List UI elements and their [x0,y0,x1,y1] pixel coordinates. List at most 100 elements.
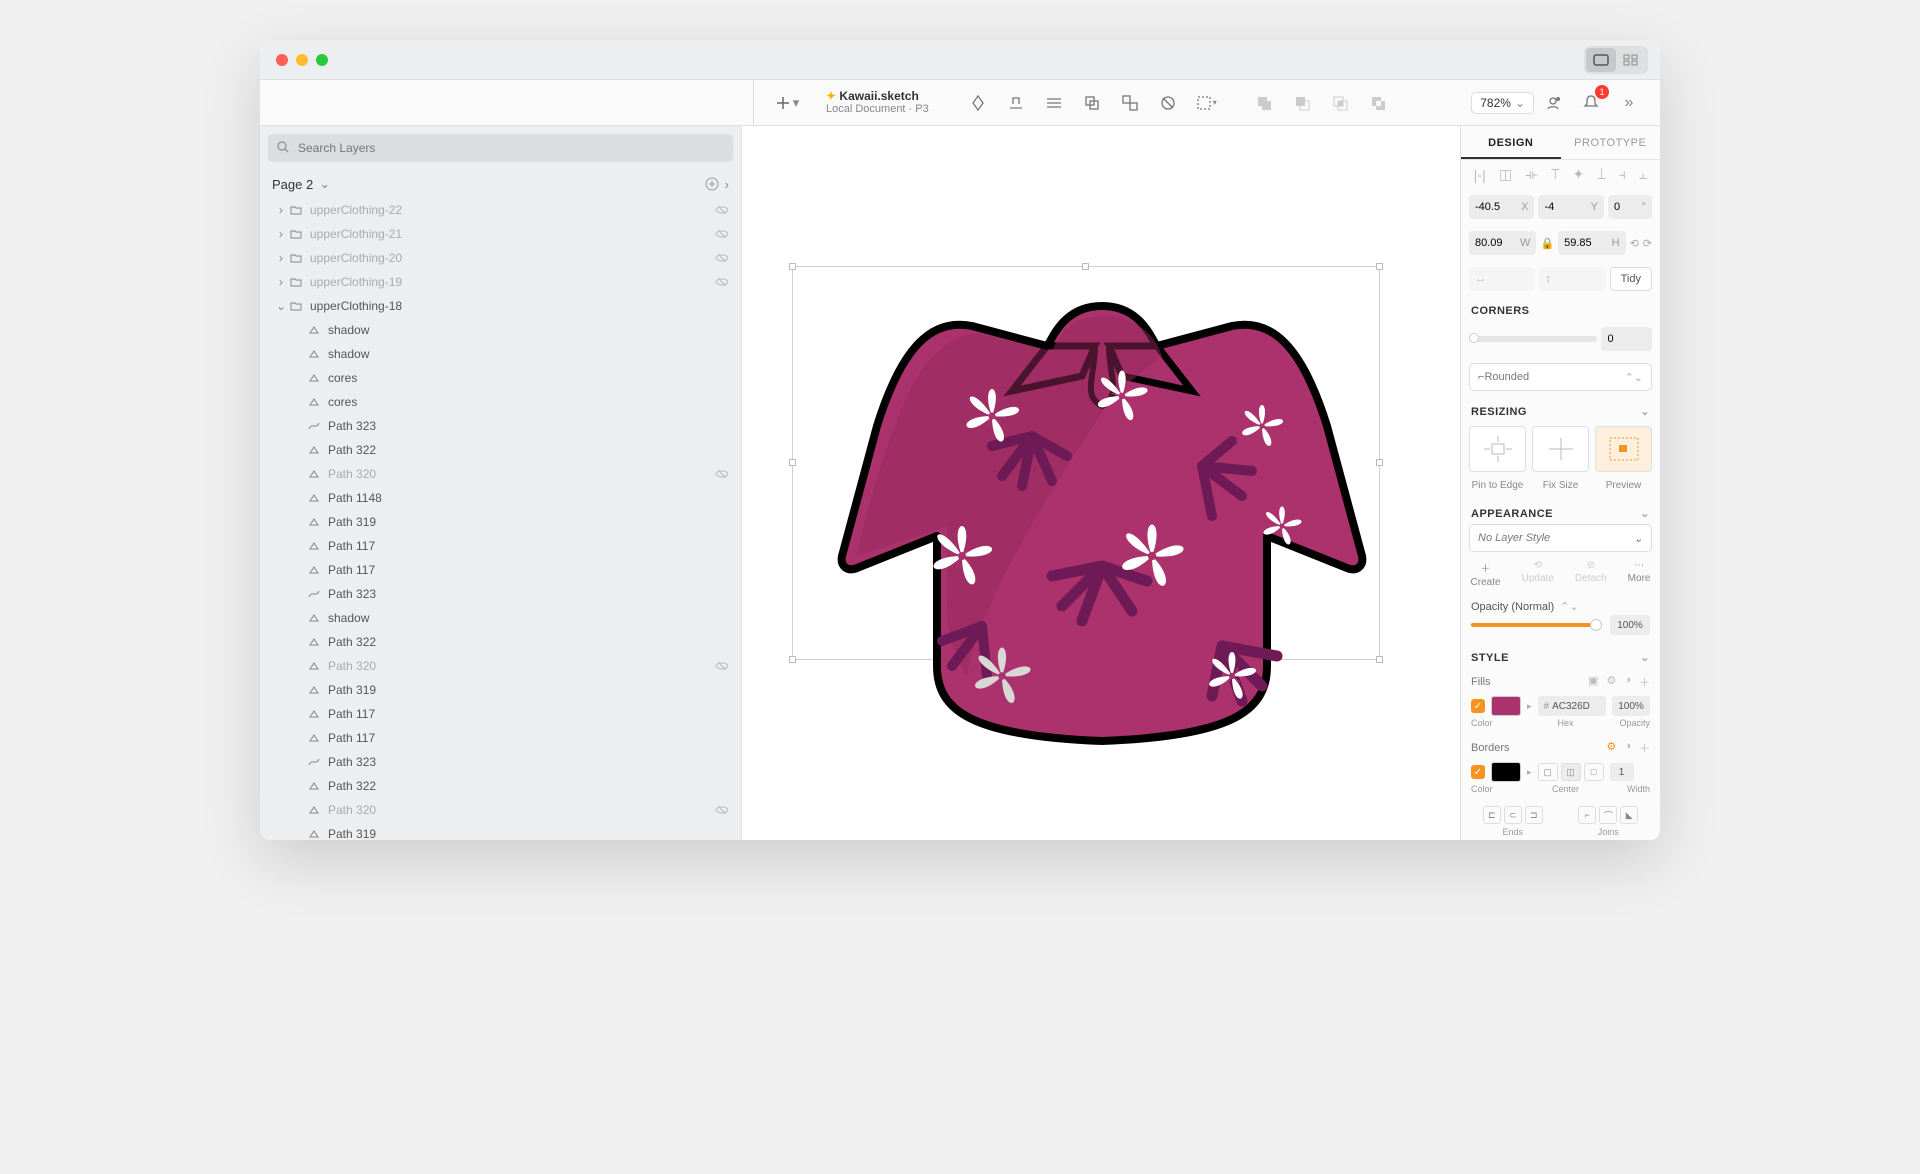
visibility-icon[interactable] [715,229,729,239]
layer-row[interactable]: Path 322 [260,438,741,462]
layer-row[interactable]: cores [260,390,741,414]
align-bottom-icon[interactable]: ⟘ [1597,166,1605,183]
overflow-icon[interactable]: » [1613,87,1645,119]
visibility-icon[interactable] [715,469,729,479]
ungroup-icon[interactable] [1114,87,1146,119]
layer-row[interactable]: Path 117 [260,702,741,726]
y-field[interactable]: Y [1538,195,1603,219]
layer-row[interactable]: Path 319 [260,678,741,702]
layer-row[interactable]: ⌄upperClothing-18 [260,294,741,318]
intersect-icon[interactable] [1324,87,1356,119]
visibility-icon[interactable] [715,805,729,815]
zoom-control[interactable]: 782% ⌄ [1471,92,1534,114]
opacity-value[interactable]: 100% [1610,615,1650,635]
add-fill-icon[interactable]: ＋ [1639,674,1650,690]
subtract-icon[interactable] [1286,87,1318,119]
corner-slider[interactable] [1469,336,1597,342]
tidy-button[interactable]: Tidy [1610,267,1652,291]
layer-row[interactable]: Path 117 [260,726,741,750]
join-round-button[interactable]: ⌒ [1599,806,1617,824]
disclosure-icon[interactable]: › [274,275,288,289]
layer-row[interactable]: Path 320 [260,798,741,822]
layer-row[interactable]: shadow [260,606,741,630]
canvas[interactable] [742,126,1460,840]
border-settings-icon[interactable]: ⚙ [1606,740,1616,756]
minimize-window-button[interactable] [296,54,308,66]
layer-row[interactable]: ›upperClothing-22 [260,198,741,222]
layer-row[interactable]: Path 117 [260,558,741,582]
layer-row[interactable]: cores [260,366,741,390]
fill-opacity-field[interactable]: 100% [1612,696,1650,716]
layer-row[interactable]: ›upperClothing-21 [260,222,741,246]
fill-hex-field[interactable]: #AC326D [1538,696,1606,716]
visibility-icon[interactable] [715,277,729,287]
notifications-icon[interactable]: 1 [1575,87,1607,119]
flip-v-icon[interactable]: ⟳ [1643,237,1652,250]
page-nav-icon[interactable]: › [725,177,729,192]
visibility-icon[interactable] [715,253,729,263]
tab-prototype[interactable]: PROTOTYPE [1561,126,1661,159]
flip-h-icon[interactable]: ⟲ [1630,237,1639,250]
layer-row[interactable]: Path 323 [260,582,741,606]
difference-icon[interactable] [1362,87,1394,119]
distribute-icon[interactable] [1038,87,1070,119]
h-field[interactable]: H [1558,231,1625,255]
fill-blend-icon[interactable]: ◑ [1624,674,1631,690]
components-view-button[interactable] [1616,48,1646,72]
collaborate-icon[interactable] [1537,87,1569,119]
resize-handle[interactable] [789,656,796,663]
x-field[interactable]: X [1469,195,1534,219]
fill-options-icon[interactable]: ▣ [1588,674,1598,690]
scale-icon[interactable]: ▾ [1190,87,1222,119]
layer-row[interactable]: Path 117 [260,534,741,558]
resize-handle[interactable] [789,459,796,466]
distribute-v-icon[interactable]: ⫠ [1639,166,1647,183]
layer-row[interactable]: Path 322 [260,774,741,798]
fill-settings-icon[interactable]: ⚙ [1606,674,1616,690]
layer-row[interactable]: Path 323 [260,414,741,438]
add-border-icon[interactable]: ＋ [1639,740,1650,756]
layer-row[interactable]: ›upperClothing-19 [260,270,741,294]
border-blend-icon[interactable]: ◑ [1624,740,1631,756]
align-icon[interactable] [1000,87,1032,119]
end-round-button[interactable]: ⊂ [1504,806,1522,824]
mask-icon[interactable] [1152,87,1184,119]
align-hcenter-icon[interactable]: ◫ [1499,166,1512,183]
symbols-icon[interactable] [962,87,994,119]
arrow-field[interactable]: ↔ [1469,267,1535,291]
layer-row[interactable]: ›upperClothing-20 [260,246,741,270]
search-input[interactable] [268,134,733,162]
close-window-button[interactable] [276,54,288,66]
visibility-icon[interactable] [715,205,729,215]
add-page-icon[interactable] [705,177,719,191]
layer-row[interactable]: Path 322 [260,630,741,654]
arrow-v-field[interactable]: ↕ [1539,267,1605,291]
border-enabled-checkbox[interactable]: ✓ [1471,765,1485,779]
layer-row[interactable]: Path 320 [260,654,741,678]
end-butt-button[interactable]: ⊏ [1483,806,1501,824]
maximize-window-button[interactable] [316,54,328,66]
create-style-button[interactable]: ＋Create [1471,560,1501,588]
end-square-button[interactable]: ⊐ [1525,806,1543,824]
corner-type-select[interactable]: ⌐ Rounded⌃⌄ [1469,363,1652,391]
fill-color-swatch[interactable] [1491,696,1521,716]
border-outside-button[interactable]: □ [1584,763,1604,781]
w-field[interactable]: W [1469,231,1536,255]
layer-row[interactable]: shadow [260,342,741,366]
more-style-button[interactable]: ⋯More [1628,560,1651,588]
border-width-field[interactable]: 1 [1610,763,1634,781]
fill-enabled-checkbox[interactable]: ✓ [1471,699,1485,713]
join-bevel-button[interactable]: ◣ [1620,806,1638,824]
visibility-icon[interactable] [715,661,729,671]
blend-mode-select[interactable]: Opacity (Normal)⌃⌄ [1461,596,1660,615]
distribute-h-icon[interactable]: ⫞ [1619,166,1626,183]
canvas-view-button[interactable] [1586,48,1616,72]
group-icon[interactable] [1076,87,1108,119]
disclosure-icon[interactable]: › [274,227,288,241]
union-icon[interactable] [1248,87,1280,119]
tab-design[interactable]: DESIGN [1461,126,1561,159]
resize-handle[interactable] [789,263,796,270]
layer-row[interactable]: Path 319 [260,510,741,534]
layer-row[interactable]: Path 319 [260,822,741,840]
fix-size-control[interactable] [1532,426,1589,472]
